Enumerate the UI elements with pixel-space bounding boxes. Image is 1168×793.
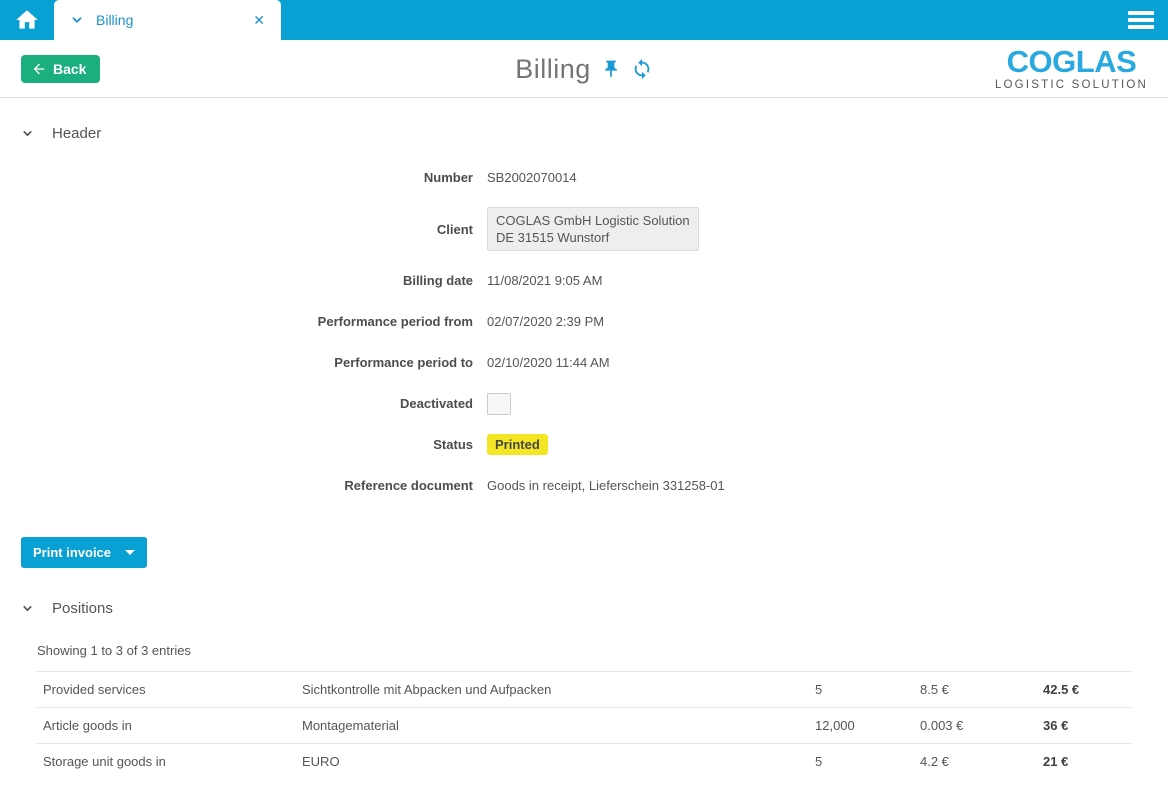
client-line-2: DE 31515 Wunstorf [496,230,609,245]
home-icon [14,7,40,33]
header-bar: Back Billing COGLAS LOGISTIC SOLUTION [0,40,1168,98]
field-label: Reference document [0,478,473,493]
logo-subtitle: LOGISTIC SOLUTION [995,79,1148,91]
cell-description: Montagematerial [302,718,815,733]
section-header-header[interactable]: Header [21,125,1168,142]
field-value: SB2002070014 [487,170,577,185]
field-billing-date: Billing date 11/08/2021 9:05 AM [0,269,1168,292]
cell-total: 42.5 € [1043,682,1131,697]
field-period-from: Performance period from 02/07/2020 2:39 … [0,310,1168,333]
section-header-positions[interactable]: Positions [21,600,1168,617]
cell-type: Provided services [37,682,302,697]
positions-table: Provided services Sichtkontrolle mit Abp… [37,671,1131,779]
tab-label: Billing [92,12,241,28]
cell-quantity: 5 [815,754,920,769]
field-value: 02/07/2020 2:39 PM [487,314,604,329]
back-button-label: Back [53,61,86,77]
chevron-down-icon[interactable] [21,127,34,140]
home-button[interactable] [0,0,54,40]
field-label: Client [0,222,473,237]
cell-type: Article goods in [37,718,302,733]
pin-icon[interactable] [601,59,621,79]
refresh-icon[interactable] [631,58,653,80]
field-label: Deactivated [0,396,473,411]
table-summary: Showing 1 to 3 of 3 entries [37,643,1168,658]
cell-description: Sichtkontrolle mit Abpacken und Aufpacke… [302,682,815,697]
print-invoice-label: Print invoice [33,545,111,560]
field-label: Number [0,170,473,185]
coglas-logo: COGLAS LOGISTIC SOLUTION [995,47,1148,91]
field-period-to: Performance period to 02/10/2020 11:44 A… [0,351,1168,374]
client-box: COGLAS GmbH Logistic Solution DE 31515 W… [487,207,699,251]
field-value: 11/08/2021 9:05 AM [487,273,602,288]
deactivated-checkbox[interactable] [487,393,511,415]
header-fields: Number SB2002070014 Client COGLAS GmbH L… [0,166,1168,497]
field-label: Billing date [0,273,473,288]
field-deactivated: Deactivated [0,392,1168,415]
status-badge: Printed [487,434,548,455]
cell-total: 36 € [1043,718,1131,733]
cell-unit-price: 0.003 € [920,718,1043,733]
field-value: 02/10/2020 11:44 AM [487,355,610,370]
field-client: Client COGLAS GmbH Logistic Solution DE … [0,207,1168,251]
field-label: Performance period from [0,314,473,329]
cell-total: 21 € [1043,754,1131,769]
field-label: Performance period to [0,355,473,370]
print-invoice-button[interactable]: Print invoice [21,537,147,568]
arrow-left-icon [31,61,47,77]
caret-down-icon[interactable] [125,550,135,555]
field-label: Status [0,437,473,452]
top-bar: Billing ✕ [0,0,1168,40]
section-title: Positions [52,600,113,617]
table-row[interactable]: Storage unit goods in EURO 5 4.2 € 21 € [37,743,1131,779]
cell-quantity: 12,000 [815,718,920,733]
chevron-down-icon[interactable] [70,13,84,27]
logo-name: COGLAS [995,47,1148,77]
field-value: Goods in receipt, Lieferschein 331258-01 [487,478,725,493]
cell-type: Storage unit goods in [37,754,302,769]
chevron-down-icon[interactable] [21,602,34,615]
tab-billing[interactable]: Billing ✕ [54,0,281,40]
cell-quantity: 5 [815,682,920,697]
table-row[interactable]: Provided services Sichtkontrolle mit Abp… [37,671,1131,707]
cell-description: EURO [302,754,815,769]
back-button[interactable]: Back [21,55,100,83]
client-line-1: COGLAS GmbH Logistic Solution [496,213,690,228]
section-title: Header [52,125,101,142]
table-row[interactable]: Article goods in Montagematerial 12,000 … [37,707,1131,743]
field-status: Status Printed [0,433,1168,456]
cell-unit-price: 8.5 € [920,682,1043,697]
cell-unit-price: 4.2 € [920,754,1043,769]
field-number: Number SB2002070014 [0,166,1168,189]
field-reference-document: Reference document Goods in receipt, Lie… [0,474,1168,497]
close-icon[interactable]: ✕ [249,12,269,29]
page-title: Billing [515,54,591,85]
hamburger-menu-icon[interactable] [1128,11,1154,29]
